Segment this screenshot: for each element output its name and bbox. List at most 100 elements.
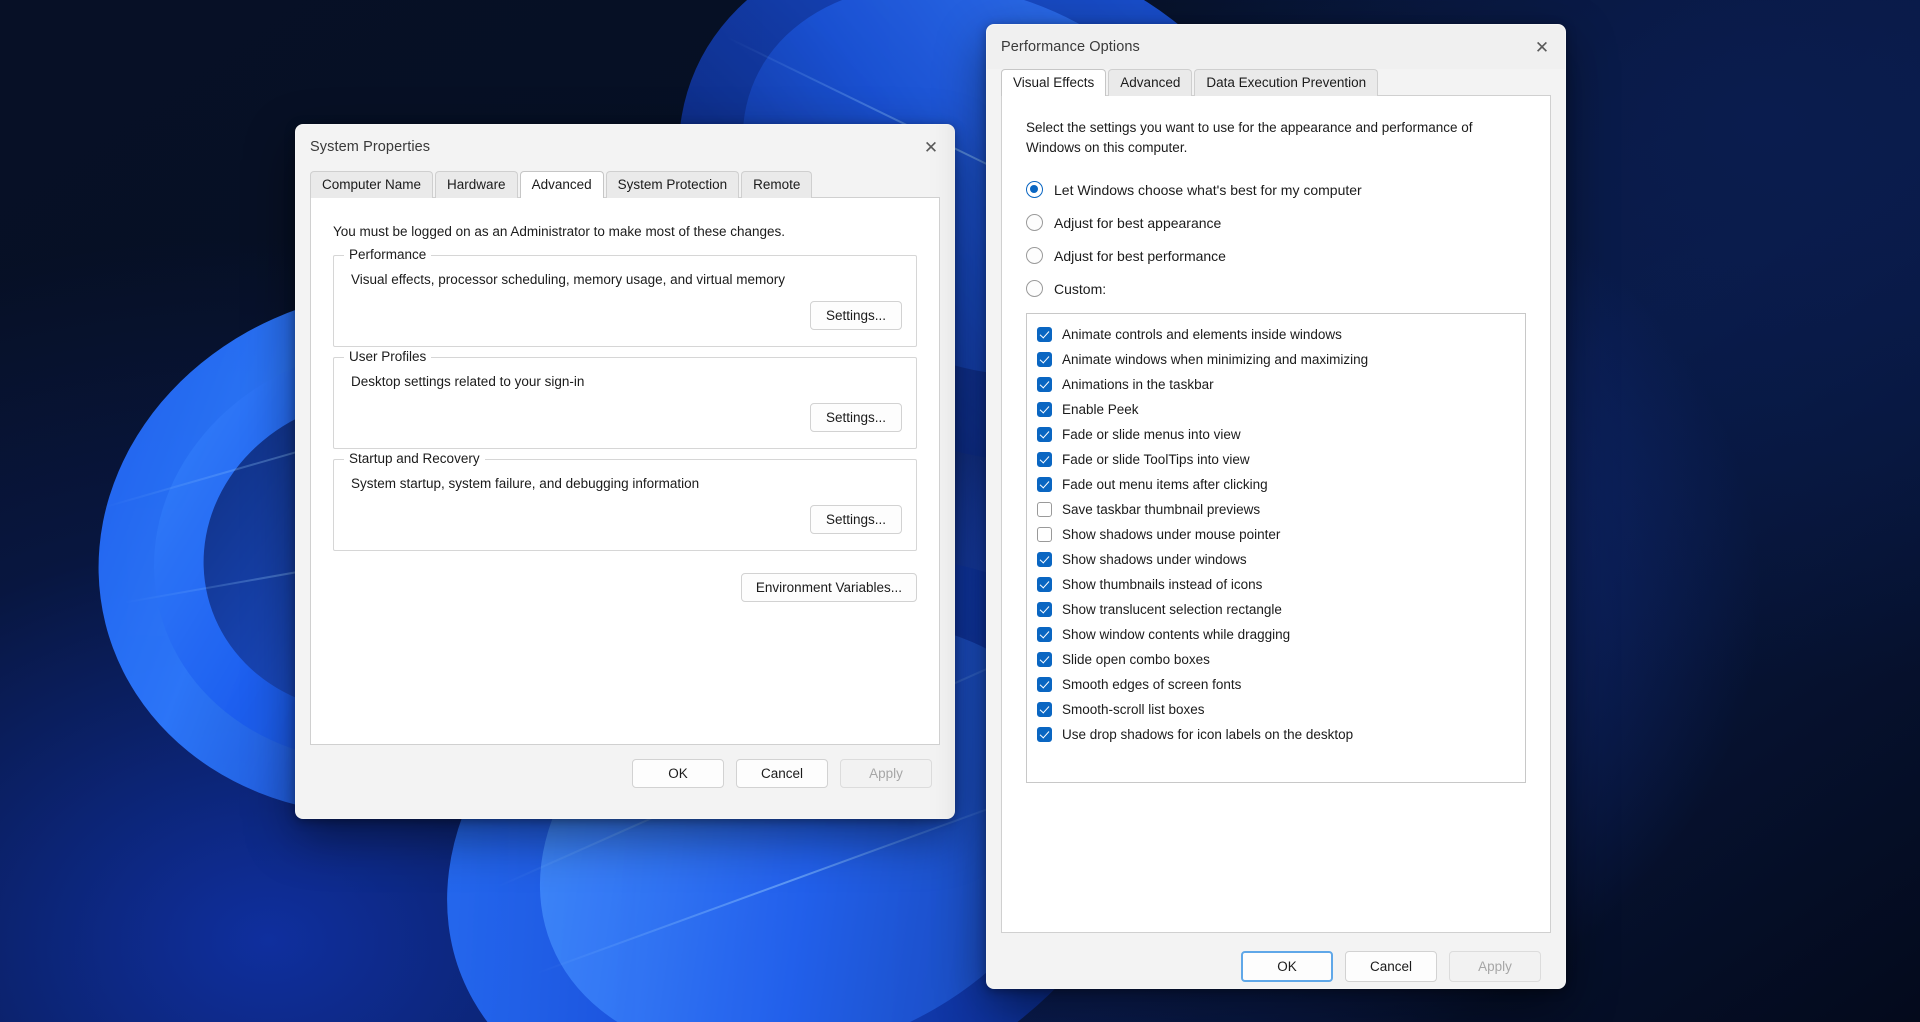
visual-effect-item[interactable]: Fade out menu items after clicking	[1027, 472, 1525, 497]
performance-settings-button[interactable]: Settings...	[810, 301, 902, 330]
visual-effect-item[interactable]: Enable Peek	[1027, 397, 1525, 422]
checkbox-icon-checked[interactable]	[1037, 427, 1052, 443]
performance-group-legend: Performance	[344, 247, 432, 262]
user-profiles-group: User Profiles Desktop settings related t…	[333, 349, 917, 449]
visual-effect-item[interactable]: Animate windows when minimizing and maxi…	[1027, 347, 1525, 372]
tab-hardware[interactable]: Hardware	[435, 171, 518, 198]
checkbox-icon-checked[interactable]	[1037, 727, 1052, 743]
system-properties-title: System Properties	[310, 139, 431, 155]
performance-options-tabstrip: Visual Effects Advanced Data Execution P…	[987, 69, 1565, 96]
visual-effect-item[interactable]: Smooth edges of screen fonts	[1027, 672, 1525, 697]
performance-options-dialog: Performance Options ✕ Visual Effects Adv…	[986, 24, 1566, 989]
user-profiles-settings-button[interactable]: Settings...	[810, 403, 902, 432]
radio-option-label: Adjust for best appearance	[1054, 214, 1222, 231]
checkbox-icon-checked[interactable]	[1037, 652, 1052, 668]
visual-effect-item[interactable]: Fade or slide menus into view	[1027, 422, 1525, 447]
environment-variables-button[interactable]: Environment Variables...	[740, 573, 917, 602]
visual-effect-label: Fade out menu items after clicking	[1062, 477, 1268, 493]
admin-note: You must be logged on as an Administrato…	[333, 224, 786, 239]
visual-effect-label: Smooth-scroll list boxes	[1062, 702, 1205, 718]
radio-option-let-windows-choose[interactable]: Let Windows choose what's best for my co…	[1026, 181, 1526, 199]
radio-option-best-performance[interactable]: Adjust for best performance	[1026, 247, 1526, 265]
visual-effect-item[interactable]: Animations in the taskbar	[1027, 372, 1525, 397]
radio-option-best-appearance[interactable]: Adjust for best appearance	[1026, 214, 1526, 232]
checkbox-icon-checked[interactable]	[1037, 377, 1052, 393]
visual-effects-listbox[interactable]: Animate controls and elements inside win…	[1026, 313, 1526, 784]
tab-remote[interactable]: Remote	[741, 171, 813, 198]
performance-options-title: Performance Options	[1001, 39, 1140, 55]
checkbox-icon-checked[interactable]	[1037, 552, 1052, 568]
checkbox-icon-checked[interactable]	[1037, 602, 1052, 618]
tab-computer-name[interactable]: Computer Name	[310, 171, 434, 198]
visual-effect-item[interactable]: Slide open combo boxes	[1027, 647, 1525, 672]
radio-option-custom[interactable]: Custom:	[1026, 280, 1526, 298]
visual-effects-intro: Select the settings you want to use for …	[1026, 120, 1473, 155]
checkbox-icon-checked[interactable]	[1037, 452, 1052, 468]
system-properties-tabstrip: Computer Name Hardware Advanced System P…	[296, 171, 954, 198]
visual-effect-label: Enable Peek	[1062, 402, 1139, 418]
visual-effect-item[interactable]: Animate controls and elements inside win…	[1027, 322, 1525, 347]
startup-recovery-settings-button[interactable]: Settings...	[810, 505, 902, 534]
visual-effect-label: Show translucent selection rectangle	[1062, 602, 1282, 618]
visual-effect-label: Use drop shadows for icon labels on the …	[1062, 727, 1354, 743]
system-properties-ok-button[interactable]: OK	[632, 759, 724, 788]
visual-effect-label: Animate controls and elements inside win…	[1062, 327, 1342, 343]
visual-effects-radio-group: Let Windows choose what's best for my co…	[1002, 157, 1550, 298]
visual-effect-label: Fade or slide ToolTips into view	[1062, 452, 1250, 468]
checkbox-icon-checked[interactable]	[1037, 352, 1052, 368]
visual-effect-item[interactable]: Save taskbar thumbnail previews	[1027, 497, 1525, 522]
visual-effect-label: Save taskbar thumbnail previews	[1062, 502, 1261, 518]
visual-effect-item[interactable]: Use drop shadows for icon labels on the …	[1027, 722, 1525, 747]
tab-visual-effects[interactable]: Visual Effects	[1001, 69, 1107, 96]
checkbox-icon-checked[interactable]	[1037, 327, 1052, 343]
radio-option-label: Let Windows choose what's best for my co…	[1054, 181, 1362, 198]
visual-effect-label: Show shadows under mouse pointer	[1062, 527, 1281, 543]
checkbox-icon-checked[interactable]	[1037, 577, 1052, 593]
visual-effect-label: Animations in the taskbar	[1062, 377, 1214, 393]
startup-recovery-group-legend: Startup and Recovery	[344, 451, 485, 466]
tab-advanced[interactable]: Advanced	[519, 171, 604, 198]
visual-effect-item[interactable]: Smooth-scroll list boxes	[1027, 697, 1525, 722]
startup-recovery-group-description: System startup, system failure, and debu…	[351, 476, 700, 491]
visual-effect-label: Slide open combo boxes	[1062, 652, 1210, 668]
performance-options-titlebar: Performance Options ✕	[987, 25, 1565, 69]
performance-options-cancel-button[interactable]: Cancel	[1345, 951, 1437, 982]
visual-effect-label: Smooth edges of screen fonts	[1062, 677, 1242, 693]
close-icon[interactable]: ✕	[1519, 25, 1565, 69]
performance-options-footer: OK Cancel Apply	[987, 933, 1565, 982]
visual-effect-item[interactable]: Show translucent selection rectangle	[1027, 597, 1525, 622]
tab-system-protection[interactable]: System Protection	[605, 171, 740, 198]
radio-icon	[1026, 214, 1043, 232]
close-icon[interactable]: ✕	[908, 125, 954, 169]
radio-option-label: Adjust for best performance	[1054, 247, 1226, 264]
visual-effect-label: Show thumbnails instead of icons	[1062, 577, 1263, 593]
checkbox-icon-unchecked[interactable]	[1037, 502, 1052, 518]
tab-data-execution-prevention[interactable]: Data Execution Prevention	[1194, 69, 1379, 96]
performance-options-ok-button[interactable]: OK	[1241, 951, 1333, 982]
checkbox-icon-checked[interactable]	[1037, 402, 1052, 418]
system-properties-titlebar: System Properties ✕	[296, 125, 954, 169]
startup-recovery-group-buttons: Settings...	[348, 505, 902, 534]
performance-group-buttons: Settings...	[348, 301, 902, 330]
user-profiles-group-buttons: Settings...	[348, 403, 902, 432]
environment-variables-row: Environment Variables...	[333, 573, 917, 602]
visual-effect-label: Show window contents while dragging	[1062, 627, 1291, 643]
checkbox-icon-checked[interactable]	[1037, 677, 1052, 693]
checkbox-icon-checked[interactable]	[1037, 627, 1052, 643]
system-properties-footer: OK Cancel Apply	[296, 745, 954, 788]
checkbox-icon-checked[interactable]	[1037, 702, 1052, 718]
visual-effect-item[interactable]: Fade or slide ToolTips into view	[1027, 447, 1525, 472]
visual-effect-item[interactable]: Show thumbnails instead of icons	[1027, 572, 1525, 597]
system-properties-cancel-button[interactable]: Cancel	[736, 759, 828, 788]
radio-icon	[1026, 280, 1043, 298]
tab-advanced[interactable]: Advanced	[1108, 69, 1193, 96]
checkbox-icon-unchecked[interactable]	[1037, 527, 1052, 543]
performance-options-tabpanel: Select the settings you want to use for …	[1001, 95, 1551, 933]
visual-effect-item[interactable]: Show shadows under windows	[1027, 547, 1525, 572]
checkbox-icon-checked[interactable]	[1037, 477, 1052, 493]
visual-effect-item[interactable]: Show window contents while dragging	[1027, 622, 1525, 647]
visual-effect-label: Animate windows when minimizing and maxi…	[1062, 352, 1369, 368]
visual-effect-label: Show shadows under windows	[1062, 552, 1247, 568]
visual-effect-item[interactable]: Show shadows under mouse pointer	[1027, 522, 1525, 547]
system-properties-apply-button: Apply	[840, 759, 932, 788]
